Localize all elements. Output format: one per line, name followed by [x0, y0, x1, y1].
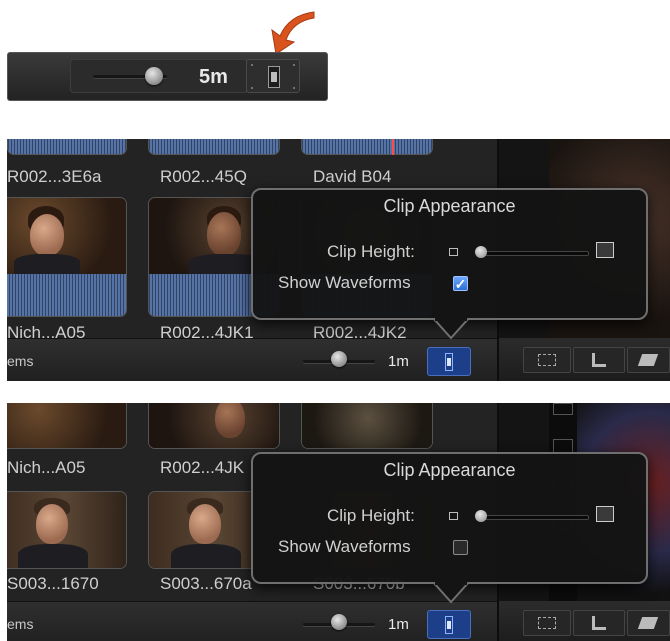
popover-pointer — [433, 582, 469, 604]
checkmark-icon: ✓ — [454, 276, 467, 292]
clip-height-slider-track[interactable] — [477, 251, 589, 256]
viewer-bottom-bar — [499, 338, 670, 381]
clip-appearance-icon — [445, 353, 453, 371]
clip-waveform-partial[interactable] — [301, 139, 433, 155]
clip-appearance-icon — [445, 616, 453, 634]
clip-appearance-button[interactable] — [427, 347, 471, 376]
distort-button[interactable] — [627, 347, 670, 373]
items-count-label: ems — [7, 353, 34, 369]
zoom-slider-knob[interactable] — [331, 614, 347, 630]
clip-appearance-popover: Clip Appearance Clip Height: Show Wavefo… — [251, 452, 648, 584]
clip-waveform-partial[interactable] — [7, 139, 127, 155]
popover-title: Clip Appearance — [383, 460, 516, 480]
show-waveforms-checkbox[interactable]: ✓ — [453, 276, 468, 291]
clip-appearance-popover: Clip Appearance Clip Height: Show Wavefo… — [251, 188, 648, 320]
show-waveforms-label: Show Waveforms — [278, 537, 411, 556]
clip-height-slider-knob[interactable] — [475, 246, 487, 258]
clip-height-label: Clip Height: — [327, 506, 415, 525]
clip-thumbnail-partial[interactable] — [7, 403, 127, 449]
small-clip-icon — [449, 512, 458, 520]
popover-pointer — [433, 318, 469, 340]
transform-button[interactable] — [523, 347, 571, 373]
arrow-icon — [271, 11, 315, 55]
clip-appearance-button[interactable] — [246, 59, 300, 93]
clip-thumbnail-partial[interactable] — [301, 403, 433, 449]
clip-thumbnail[interactable] — [7, 197, 127, 317]
transform-button[interactable] — [523, 610, 571, 636]
zoom-label: 1m — [388, 616, 409, 633]
browser-bottom-bar: ems 1m — [7, 601, 497, 641]
large-clip-icon — [596, 506, 614, 522]
clip-label: Nich...A05 — [7, 458, 86, 477]
clip-label: David B04 — [313, 167, 392, 186]
clip-label: R002...4JK — [160, 458, 245, 477]
crop-button[interactable] — [573, 347, 625, 373]
viewer-bottom-bar — [499, 601, 670, 641]
clip-appearance-button[interactable] — [427, 610, 471, 639]
clip-thumbnail-partial[interactable] — [148, 403, 280, 449]
clip-height-slider-knob[interactable] — [475, 510, 487, 522]
zoom-control: 5m — [70, 59, 248, 93]
zoom-label: 1m — [388, 353, 409, 370]
toolbar-crop: 5m — [7, 52, 328, 101]
clip-thumbnail[interactable] — [7, 491, 127, 569]
small-clip-icon — [449, 248, 458, 256]
zoom-label: 5m — [199, 66, 228, 88]
clip-label: R002...3E6a — [7, 167, 102, 186]
playhead — [392, 139, 394, 155]
browser-panel-waveforms-on: R002...3E6a R002...45Q David B04 Nich...… — [7, 139, 670, 381]
clip-height-label: Clip Height: — [327, 242, 415, 261]
large-clip-icon — [596, 242, 614, 258]
browser-panel-waveforms-off: Nich...A05 R002...4JK S003...1670 S003..… — [7, 403, 670, 641]
clip-appearance-icon — [268, 66, 280, 88]
items-count-label: ems — [7, 616, 34, 632]
zoom-slider-knob[interactable] — [145, 67, 163, 85]
crop-button[interactable] — [573, 610, 625, 636]
clip-label: R002...45Q — [160, 167, 247, 186]
show-waveforms-label: Show Waveforms — [278, 273, 411, 292]
clip-label: S003...670a — [160, 574, 252, 593]
popover-title: Clip Appearance — [383, 196, 516, 216]
browser-bottom-bar: ems 1m — [7, 338, 497, 381]
distort-button[interactable] — [627, 610, 670, 636]
clip-height-slider-track[interactable] — [477, 515, 589, 520]
clip-label: S003...1670 — [7, 574, 99, 593]
clip-waveform-partial[interactable] — [148, 139, 280, 155]
zoom-slider-knob[interactable] — [331, 351, 347, 367]
show-waveforms-checkbox[interactable] — [453, 540, 468, 555]
